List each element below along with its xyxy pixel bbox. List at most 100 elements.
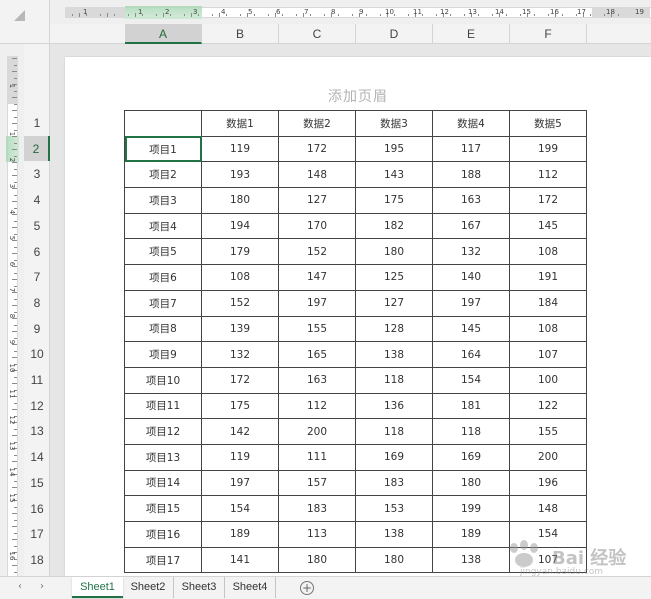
table-cell[interactable]: 119 xyxy=(201,135,279,163)
row-label-cell[interactable]: 项目14 xyxy=(124,469,202,497)
row-header-14[interactable]: 14 xyxy=(24,444,50,470)
left-margin-area[interactable] xyxy=(65,7,125,18)
table-cell[interactable]: 180 xyxy=(201,187,279,214)
row-header-18[interactable]: 18 xyxy=(24,547,50,573)
table-cell[interactable]: 125 xyxy=(355,264,433,291)
table-cell[interactable]: 108 xyxy=(201,264,279,291)
table-cell[interactable]: 199 xyxy=(509,135,587,163)
row-label-cell[interactable]: 项目11 xyxy=(124,392,202,420)
table-cell[interactable]: 191 xyxy=(509,264,587,291)
table-cell[interactable]: 145 xyxy=(432,315,510,343)
table-cell[interactable]: 163 xyxy=(278,366,356,394)
table-cell[interactable]: 172 xyxy=(278,135,356,163)
table-cell[interactable]: 132 xyxy=(201,341,279,368)
table-cell[interactable]: 141 xyxy=(201,546,279,574)
table-cell[interactable]: 112 xyxy=(278,392,356,420)
row-label-cell[interactable]: 项目17 xyxy=(124,546,202,574)
add-header-placeholder[interactable]: 添加页眉 xyxy=(65,86,651,106)
table-cell[interactable]: 118 xyxy=(355,366,433,394)
row-header-16[interactable]: 16 xyxy=(24,496,50,522)
table-cell[interactable]: 184 xyxy=(509,289,587,317)
table-cell[interactable]: 108 xyxy=(509,238,587,266)
table-cell[interactable]: 138 xyxy=(355,521,433,548)
table-header-cell[interactable] xyxy=(124,110,202,137)
table-cell[interactable]: 118 xyxy=(355,418,433,445)
row-header-8[interactable]: 8 xyxy=(24,290,50,316)
table-cell[interactable]: 154 xyxy=(432,366,510,394)
table-cell[interactable]: 145 xyxy=(509,212,587,240)
table-cell[interactable]: 153 xyxy=(355,495,433,522)
row-header-15[interactable]: 15 xyxy=(24,470,50,496)
row-label-cell[interactable]: 项目12 xyxy=(124,418,202,445)
row-label-cell[interactable]: 项目8 xyxy=(124,315,202,343)
prev-sheet-icon[interactable]: ‹ xyxy=(18,581,22,592)
table-cell[interactable]: 113 xyxy=(278,521,356,548)
table-cell[interactable]: 167 xyxy=(432,212,510,240)
row-header-4[interactable]: 4 xyxy=(24,187,50,213)
table-cell[interactable]: 165 xyxy=(278,341,356,368)
table-cell[interactable]: 180 xyxy=(355,546,433,574)
row-label-cell[interactable]: 项目7 xyxy=(124,289,202,317)
table-cell[interactable]: 179 xyxy=(201,238,279,266)
row-label-cell[interactable]: 项目16 xyxy=(124,521,202,548)
next-sheet-icon[interactable]: › xyxy=(40,581,44,592)
table-cell[interactable]: 127 xyxy=(355,289,433,317)
column-header-b[interactable]: B xyxy=(202,24,279,44)
table-cell[interactable]: 172 xyxy=(201,366,279,394)
table-cell[interactable]: 128 xyxy=(355,315,433,343)
tab-sheet2[interactable]: Sheet2 xyxy=(123,577,174,598)
table-cell[interactable]: 195 xyxy=(355,135,433,163)
table-cell[interactable]: 170 xyxy=(278,212,356,240)
table-header-cell[interactable]: 数据5 xyxy=(509,110,587,137)
table-cell[interactable]: 152 xyxy=(201,289,279,317)
row-label-cell[interactable]: 项目13 xyxy=(124,443,202,471)
table-cell[interactable]: 197 xyxy=(201,469,279,497)
row-label-cell[interactable]: 项目3 xyxy=(124,187,202,214)
table-cell[interactable]: 200 xyxy=(278,418,356,445)
table-cell[interactable]: 148 xyxy=(509,495,587,522)
column-header-e[interactable]: E xyxy=(433,24,510,44)
table-header-cell[interactable]: 数据4 xyxy=(432,110,510,137)
table-cell[interactable]: 175 xyxy=(355,187,433,214)
table-cell[interactable]: 183 xyxy=(355,469,433,497)
column-header-f[interactable]: F xyxy=(510,24,587,44)
table-cell[interactable]: 180 xyxy=(355,238,433,266)
table-cell[interactable]: 164 xyxy=(432,341,510,368)
table-cell[interactable]: 155 xyxy=(278,315,356,343)
row-header-12[interactable]: 12 xyxy=(24,393,50,419)
table-cell[interactable]: 197 xyxy=(278,289,356,317)
table-cell[interactable]: 154 xyxy=(201,495,279,522)
table-cell[interactable]: 100 xyxy=(509,366,587,394)
row-label-cell[interactable]: 项目9 xyxy=(124,341,202,368)
table-cell[interactable]: 180 xyxy=(432,469,510,497)
row-header-9[interactable]: 9 xyxy=(24,316,50,342)
table-cell[interactable]: 108 xyxy=(509,315,587,343)
column-header-c[interactable]: C xyxy=(279,24,356,44)
table-cell[interactable]: 183 xyxy=(278,495,356,522)
row-header-17[interactable]: 17 xyxy=(24,521,50,547)
row-header-7[interactable]: 7 xyxy=(24,264,50,290)
row-header-6[interactable]: 6 xyxy=(24,239,50,265)
row-header-1[interactable]: 1 xyxy=(24,110,50,136)
table-cell[interactable]: 200 xyxy=(509,443,587,471)
row-label-cell[interactable]: 项目15 xyxy=(124,495,202,522)
table-cell[interactable]: 197 xyxy=(432,289,510,317)
row-header-10[interactable]: 10 xyxy=(24,341,50,367)
table-cell[interactable]: 119 xyxy=(201,443,279,471)
table-cell[interactable]: 169 xyxy=(355,443,433,471)
table-header-cell[interactable]: 数据3 xyxy=(355,110,433,137)
row-header-5[interactable]: 5 xyxy=(24,213,50,239)
row-label-cell[interactable]: 项目6 xyxy=(124,264,202,291)
table-header-cell[interactable]: 数据2 xyxy=(278,110,356,137)
table-cell[interactable]: 199 xyxy=(432,495,510,522)
horizontal-ruler[interactable]: 1 1 2 3 4 5 6 7 8 9 10 11 12 13 14 15 16 17 18 19 xyxy=(50,0,651,24)
select-all-corner[interactable] xyxy=(0,0,50,44)
row-header-13[interactable]: 13 xyxy=(24,418,50,444)
row-header-11[interactable]: 11 xyxy=(24,367,50,393)
table-header-cell[interactable]: 数据1 xyxy=(201,110,279,137)
row-label-cell[interactable]: 项目1 xyxy=(124,135,202,163)
table-cell[interactable]: 189 xyxy=(201,521,279,548)
table-cell[interactable]: 172 xyxy=(509,187,587,214)
table-cell[interactable]: 140 xyxy=(432,264,510,291)
table-cell[interactable]: 181 xyxy=(432,392,510,420)
